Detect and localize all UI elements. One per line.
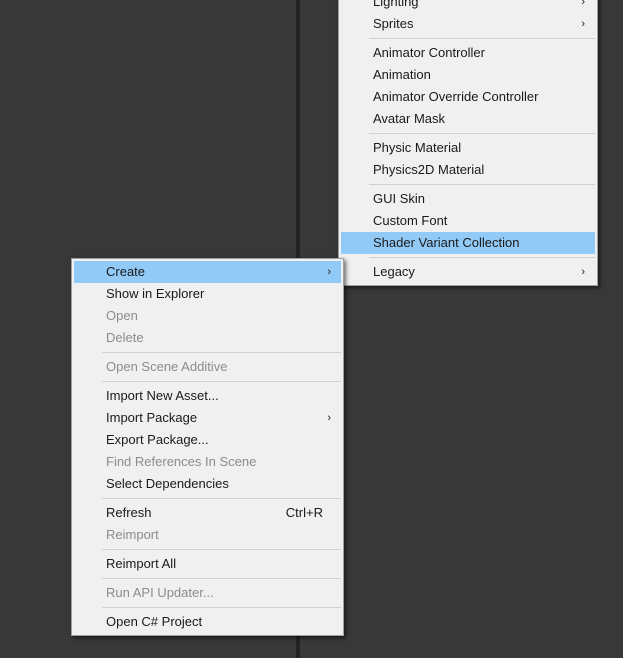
menu-separator — [102, 498, 341, 499]
menu-item-reimport: Reimport — [74, 524, 341, 546]
menu-item-label: Custom Font — [373, 213, 448, 228]
menu-item-physic-material[interactable]: Physic Material — [341, 137, 595, 159]
menu-separator — [102, 352, 341, 353]
menu-separator — [102, 549, 341, 550]
menu-item-shader-variant-collection[interactable]: Shader Variant Collection — [341, 232, 595, 254]
menu-item-refresh[interactable]: Refresh Ctrl+R — [74, 502, 341, 524]
menu-item-label: Delete — [106, 330, 144, 345]
menu-item-physics2d-material[interactable]: Physics2D Material — [341, 159, 595, 181]
menu-item-label: Sprites — [373, 16, 414, 31]
menu-item-avatar-mask[interactable]: Avatar Mask — [341, 108, 595, 130]
menu-separator — [369, 184, 595, 185]
menu-item-open: Open — [74, 305, 341, 327]
menu-separator — [369, 38, 595, 39]
menu-item-label: Open — [106, 308, 138, 323]
menu-item-lighting[interactable]: Lighting › — [341, 0, 595, 13]
menu-item-label: Legacy — [373, 264, 415, 279]
menu-item-label: Animator Override Controller — [373, 89, 539, 104]
menu-separator — [369, 257, 595, 258]
menu-item-reimport-all[interactable]: Reimport All — [74, 553, 341, 575]
chevron-right-icon: › — [581, 0, 585, 8]
menu-item-animation[interactable]: Animation — [341, 64, 595, 86]
menu-item-label: Find References In Scene — [106, 454, 257, 469]
menu-item-gui-skin[interactable]: GUI Skin — [341, 188, 595, 210]
menu-item-legacy[interactable]: Legacy › — [341, 261, 595, 283]
menu-item-label: Open Scene Additive — [106, 359, 228, 374]
menu-item-open-scene-additive: Open Scene Additive — [74, 356, 341, 378]
chevron-right-icon: › — [327, 266, 331, 278]
menu-item-label: Physics2D Material — [373, 162, 485, 177]
menu-item-delete: Delete — [74, 327, 341, 349]
menu-item-custom-font[interactable]: Custom Font — [341, 210, 595, 232]
chevron-right-icon: › — [581, 18, 585, 30]
menu-item-label: Avatar Mask — [373, 111, 446, 126]
menu-item-label: Import New Asset... — [106, 388, 219, 403]
menu-separator — [102, 381, 341, 382]
menu-item-label: Refresh — [106, 505, 152, 520]
menu-item-label: Lighting — [373, 0, 419, 9]
menu-item-label: Physic Material — [373, 140, 462, 155]
menu-item-open-c-project[interactable]: Open C# Project — [74, 611, 341, 633]
menu-item-label: Animation — [373, 67, 431, 82]
menu-item-select-dependencies[interactable]: Select Dependencies — [74, 473, 341, 495]
menu-item-animator-override-controller[interactable]: Animator Override Controller — [341, 86, 595, 108]
chevron-right-icon: › — [581, 266, 585, 278]
create-submenu: Lighting › Sprites › Animator Controller Anim… — [338, 0, 598, 286]
menu-item-label: Reimport — [106, 527, 159, 542]
menu-item-label: Export Package... — [106, 432, 209, 447]
chevron-right-icon: › — [327, 412, 331, 424]
menu-item-label: Open C# Project — [106, 614, 203, 629]
menu-item-label: Create — [106, 264, 146, 279]
menu-item-create[interactable]: Create › — [74, 261, 341, 283]
menu-item-export-package[interactable]: Export Package... — [74, 429, 341, 451]
menu-item-label: Reimport All — [106, 556, 177, 571]
menu-item-import-package[interactable]: Import Package › — [74, 407, 341, 429]
shortcut-label: Ctrl+R — [285, 505, 323, 520]
menu-item-find-references-in-scene: Find References In Scene — [74, 451, 341, 473]
menu-separator — [102, 578, 341, 579]
menu-item-label: GUI Skin — [373, 191, 426, 206]
menu-item-animator-controller[interactable]: Animator Controller — [341, 42, 595, 64]
menu-item-run-api-updater: Run API Updater... — [74, 582, 341, 604]
menu-item-label: Animator Controller — [373, 45, 485, 60]
project-context-menu: Create › Show in Explorer Open Delete Open Sc… — [71, 258, 344, 636]
menu-item-import-new-asset[interactable]: Import New Asset... — [74, 385, 341, 407]
menu-separator — [369, 133, 595, 134]
menu-item-label: Select Dependencies — [106, 476, 229, 491]
menu-item-label: Shader Variant Collection — [373, 235, 520, 250]
menu-item-sprites[interactable]: Sprites › — [341, 13, 595, 35]
menu-item-show-in-explorer[interactable]: Show in Explorer — [74, 283, 341, 305]
menu-item-label: Import Package — [106, 410, 198, 425]
menu-separator — [102, 607, 341, 608]
menu-item-label: Run API Updater... — [106, 585, 214, 600]
menu-item-label: Show in Explorer — [106, 286, 205, 301]
